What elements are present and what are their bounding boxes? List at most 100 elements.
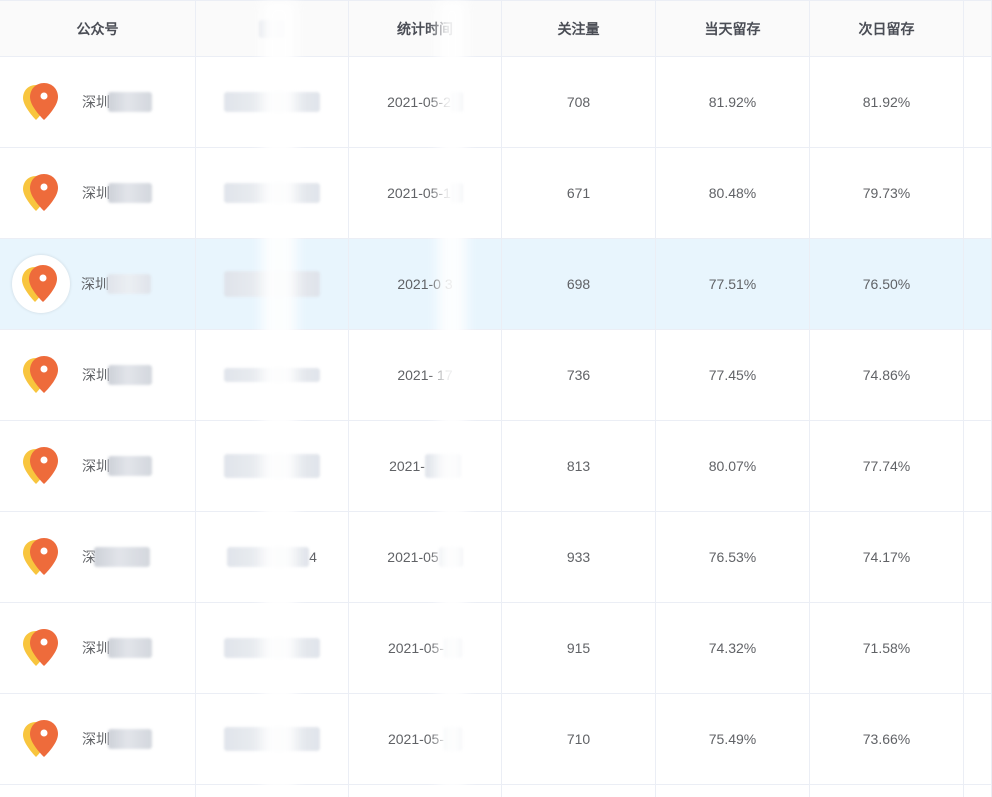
date-cell: 2021-05- <box>349 694 502 784</box>
column-header-next-day-retention[interactable]: 次日留存 <box>810 1 964 56</box>
followers-cell: 710 <box>502 694 656 784</box>
account-cell[interactable]: 深圳 <box>0 148 196 238</box>
account-name: 深圳 <box>81 276 109 292</box>
account-cell[interactable]: 深圳 <box>0 694 196 784</box>
redacted-account-name <box>107 274 151 294</box>
today-retention-cell: 80.07% <box>656 421 810 511</box>
column-header-account[interactable]: 公众号 <box>0 1 196 56</box>
date-cell: 2021-05-2 <box>349 57 502 147</box>
today-retention-cell: 80.48% <box>656 148 810 238</box>
table-row[interactable]: 深圳 2021- 17 736 77.45% 74.86% <box>0 330 992 421</box>
account-cell[interactable]: 深圳 <box>0 57 196 147</box>
followers-cell: 915 <box>502 603 656 693</box>
redacted-account-name <box>108 456 152 476</box>
location-pin-icon <box>20 535 64 579</box>
next-day-retention-cell: 76.50% <box>810 239 964 329</box>
table-row[interactable]: 深 4 2021-05 933 76.53% 74.17% <box>0 512 992 603</box>
redacted-account-name <box>108 729 152 749</box>
redacted-account-name <box>108 183 152 203</box>
redacted-cell <box>196 421 349 511</box>
next-day-retention-cell: 74.86% <box>810 330 964 420</box>
followers-cell: 813 <box>502 421 656 511</box>
account-name: 深圳 <box>82 640 110 656</box>
account-cell[interactable]: 深圳 <box>0 330 196 420</box>
next-day-retention-cell: 81.92% <box>810 57 964 147</box>
extra-cell <box>964 512 992 602</box>
redacted-cell: 4 <box>196 512 349 602</box>
next-day-retention-cell: 79.73% <box>810 148 964 238</box>
followers-cell: 708 <box>502 57 656 147</box>
table-row[interactable]: 深圳 2021-05-1 671 80.48% 79.73% <box>0 148 992 239</box>
column-header-2[interactable] <box>196 1 349 56</box>
today-retention-cell: 81.92% <box>656 57 810 147</box>
location-pin-icon <box>20 717 64 761</box>
extra-cell <box>964 239 992 329</box>
redacted-cell <box>196 603 349 693</box>
date-value: 2021-05- <box>387 640 445 656</box>
date-cell: 2021- <box>349 421 502 511</box>
column-header-today-retention[interactable]: 当天留存 <box>656 1 810 56</box>
column-header-date[interactable]: 统计时间 <box>349 1 502 56</box>
extra-cell <box>964 330 992 420</box>
table-row[interactable]: 深圳 2021-05-2 708 81.92% 81.92% <box>0 57 992 148</box>
redacted-cell <box>196 239 349 329</box>
redacted-cell <box>196 148 349 238</box>
table-row[interactable]: 深圳 2021-05- 710 75.49% 73.66% <box>0 694 992 785</box>
date-cell: 2021-05- <box>349 603 502 693</box>
today-retention-cell: 77.45% <box>656 330 810 420</box>
row-value: 4 <box>309 549 317 565</box>
date-value: 2021-05 <box>387 549 439 565</box>
redacted-account-name <box>108 365 152 385</box>
redacted-header-text <box>259 19 285 38</box>
location-pin-icon <box>20 444 64 488</box>
date-cell: 2021-0 3 <box>349 239 502 329</box>
today-retention-cell: 75.49% <box>656 694 810 784</box>
location-pin-icon <box>20 171 64 215</box>
table-row[interactable]: 深圳 2021-0 3 698 77.51% 76.50% <box>0 239 992 330</box>
date-value: 2021- <box>389 458 425 474</box>
account-name: 深圳 <box>82 185 110 201</box>
next-day-retention-cell: 77.74% <box>810 421 964 511</box>
account-cell[interactable]: 深圳 <box>0 603 196 693</box>
followers-cell: 736 <box>502 330 656 420</box>
next-day-retention-cell: 73.66% <box>810 694 964 784</box>
redacted-account-name <box>108 638 152 658</box>
followers-cell: 933 <box>502 512 656 602</box>
account-name: 深圳 <box>82 731 110 747</box>
extra-cell <box>964 694 992 784</box>
redacted-cell <box>196 694 349 784</box>
wechat-stats-table: 公众号 统计时间 关注量 当天留存 次日留存 深圳 2021-05-2 708 … <box>0 0 992 797</box>
date-value: 2021-05- <box>387 731 445 747</box>
today-retention-cell: 76.53% <box>656 512 810 602</box>
account-cell[interactable]: 深圳 <box>0 239 196 329</box>
followers-cell: 671 <box>502 148 656 238</box>
date-value: 2021-0 3 <box>397 276 453 292</box>
account-name: 深圳 <box>82 94 110 110</box>
table-row[interactable]: 深圳 2021- 813 80.07% 77.74% <box>0 421 992 512</box>
date-value: 2021-05-2 <box>387 94 451 110</box>
table-row[interactable]: 深圳 2021-05- 915 74.32% 71.58% <box>0 603 992 694</box>
location-pin-icon <box>20 626 64 670</box>
account-name: 深圳 <box>82 367 110 383</box>
location-pin-icon <box>20 80 64 124</box>
column-header-followers[interactable]: 关注量 <box>502 1 656 56</box>
column-header-more[interactable] <box>964 1 992 56</box>
account-name: 深圳 <box>82 458 110 474</box>
account-cell[interactable]: 深圳 <box>0 421 196 511</box>
extra-cell <box>964 603 992 693</box>
date-cell: 2021-05 <box>349 512 502 602</box>
date-cell: 2021-05-1 <box>349 148 502 238</box>
today-retention-cell: 77.51% <box>656 239 810 329</box>
redacted-account-name <box>94 547 150 567</box>
date-value: 2021- 17 <box>397 367 453 383</box>
date-value: 2021-05-1 <box>387 185 451 201</box>
today-retention-cell: 74.32% <box>656 603 810 693</box>
redacted-cell <box>196 57 349 147</box>
table-row <box>0 785 992 797</box>
date-cell: 2021- 17 <box>349 330 502 420</box>
table-header: 公众号 统计时间 关注量 当天留存 次日留存 <box>0 0 992 57</box>
extra-cell <box>964 421 992 511</box>
extra-cell <box>964 148 992 238</box>
redacted-cell <box>196 330 349 420</box>
account-cell[interactable]: 深 <box>0 512 196 602</box>
